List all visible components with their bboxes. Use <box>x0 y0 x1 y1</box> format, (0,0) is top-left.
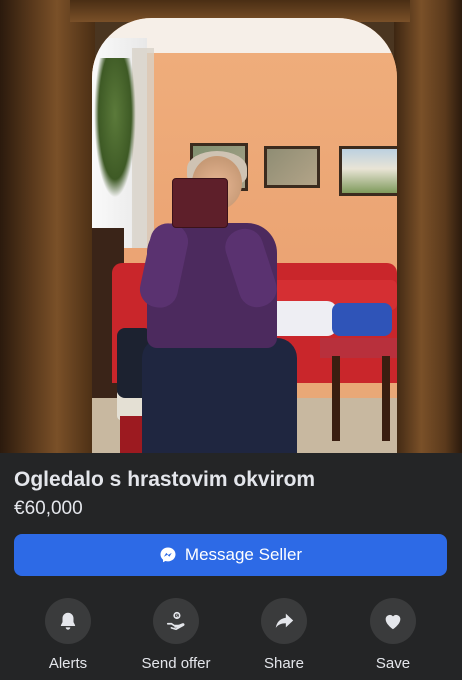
phone <box>172 178 228 228</box>
side-table <box>320 338 397 358</box>
bell-icon <box>60 612 76 630</box>
mirror-frame-left <box>0 0 95 453</box>
send-offer-circle: $ <box>153 598 199 644</box>
message-seller-label: Message Seller <box>184 545 303 564</box>
save-button[interactable]: Save <box>343 598 443 672</box>
send-offer-label: Send offer <box>141 655 211 672</box>
messenger-icon <box>159 546 177 564</box>
listing-price: €60,000 <box>14 498 83 519</box>
share-label: Share <box>263 655 305 672</box>
save-circle <box>370 598 416 644</box>
wall-picture <box>264 146 320 188</box>
share-arrow-icon <box>275 613 294 628</box>
share-button[interactable]: Share <box>234 598 334 672</box>
listing-title: Ogledalo s hrastovim okvirom <box>14 468 316 491</box>
white-cushion <box>267 301 337 336</box>
alerts-circle <box>45 598 91 644</box>
alerts-label: Alerts <box>48 655 88 672</box>
person-legs <box>142 338 297 453</box>
blue-cushion <box>332 303 392 336</box>
message-seller-button[interactable]: Message Seller <box>14 534 447 576</box>
alerts-button[interactable]: Alerts <box>18 598 118 672</box>
table-leg <box>332 356 340 441</box>
table-leg <box>382 356 390 441</box>
heart-icon <box>385 614 401 630</box>
mirror-reflection <box>92 18 397 453</box>
mirror-frame-right <box>394 0 462 453</box>
send-offer-icon: $ <box>166 611 185 631</box>
action-row: Alerts $ Send offer Share Save <box>0 598 462 680</box>
save-label: Save <box>375 655 411 672</box>
wall-picture <box>339 146 397 196</box>
share-circle <box>261 598 307 644</box>
send-offer-button[interactable]: $ Send offer <box>126 598 226 672</box>
svg-text:$: $ <box>175 613 178 619</box>
plant <box>94 58 136 198</box>
listing-photo[interactable] <box>0 0 462 453</box>
